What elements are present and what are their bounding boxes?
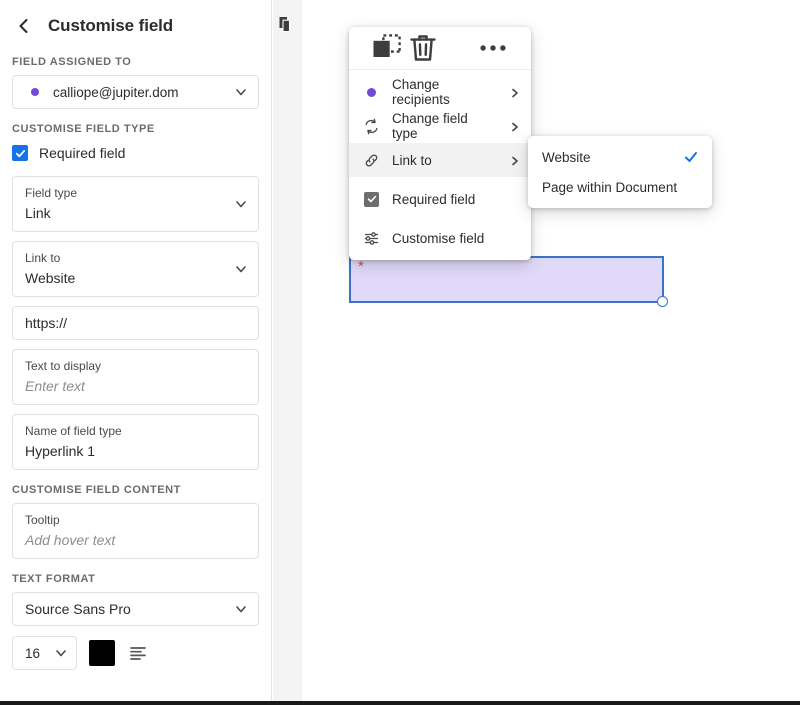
chevron-down-icon xyxy=(234,85,248,99)
submenu-item-label: Website xyxy=(542,149,591,165)
menu-item-label: Change recipients xyxy=(392,77,450,107)
context-menu-toolbar xyxy=(349,27,531,70)
link-to-select[interactable]: Link to Website xyxy=(12,241,259,297)
document-form-field[interactable]: * xyxy=(349,256,668,307)
chevron-right-icon xyxy=(509,154,521,166)
duplicate-pages-icon[interactable] xyxy=(276,14,297,35)
chevron-left-icon[interactable] xyxy=(14,16,34,36)
link-to-label: Link to xyxy=(25,251,61,265)
assigned-recipient-value: calliope@jupiter.dom xyxy=(53,84,179,100)
font-family-value: Source Sans Pro xyxy=(25,601,131,617)
menu-item-label: Customise field xyxy=(392,230,485,246)
link-chain-icon xyxy=(363,152,380,169)
trash-icon[interactable] xyxy=(405,33,441,63)
name-of-field-type-value: Hyperlink 1 xyxy=(25,443,96,459)
customise-field-content-label: CUSTOMISE FIELD CONTENT xyxy=(12,484,181,496)
link-to-submenu: Website Page within Document xyxy=(528,136,712,208)
sidebar-header: Customise field xyxy=(0,0,271,42)
submenu-item-page-within-document[interactable]: Page within Document xyxy=(528,172,712,202)
field-type-value: Link xyxy=(25,205,51,221)
recipient-dot-icon xyxy=(31,88,39,96)
checkbox-checked-icon[interactable] xyxy=(12,145,28,161)
sync-arrows-icon xyxy=(363,118,380,135)
field-context-menu: Change recipients Change field type Link… xyxy=(349,27,531,260)
url-input-value: https:// xyxy=(25,315,68,331)
canvas-gutter xyxy=(273,0,302,701)
required-field-checkbox-row[interactable]: Required field xyxy=(12,142,271,164)
field-type-label: Field type xyxy=(25,186,78,200)
sidebar-panel: Customise field FIELD ASSIGNED TO callio… xyxy=(0,0,272,701)
text-align-left-icon[interactable] xyxy=(127,642,149,664)
menu-item-label: Link to xyxy=(392,152,432,168)
link-to-value: Website xyxy=(25,270,76,286)
resize-handle[interactable] xyxy=(657,296,668,307)
chevron-down-icon xyxy=(234,602,248,616)
recipient-dot-icon xyxy=(363,84,380,101)
more-options-icon[interactable] xyxy=(475,33,511,63)
field-assigned-select[interactable]: calliope@jupiter.dom xyxy=(12,75,259,109)
checkbox-checked-icon xyxy=(363,191,380,208)
required-field-label: Required field xyxy=(39,145,126,161)
sliders-icon xyxy=(363,230,380,247)
chevron-down-icon xyxy=(234,197,248,211)
chevron-down-icon xyxy=(234,262,248,276)
field-type-select[interactable]: Field type Link xyxy=(12,176,259,232)
menu-item-change-recipients[interactable]: Change recipients xyxy=(349,75,531,109)
menu-item-required-field[interactable]: Required field xyxy=(349,182,531,216)
text-format-label: TEXT FORMAT xyxy=(12,573,96,585)
font-size-value: 16 xyxy=(25,645,41,661)
duplicate-icon[interactable] xyxy=(369,33,405,63)
text-color-swatch[interactable] xyxy=(89,640,115,666)
required-marker: * xyxy=(358,258,364,275)
submenu-item-label: Page within Document xyxy=(542,179,678,195)
text-to-display-label: Text to display xyxy=(25,359,102,373)
chevron-right-icon xyxy=(509,86,521,98)
menu-item-customise-field[interactable]: Customise field xyxy=(349,221,531,255)
tooltip-input[interactable]: Tooltip Add hover text xyxy=(12,503,259,559)
menu-item-change-field-type[interactable]: Change field type xyxy=(349,109,531,143)
chevron-right-icon xyxy=(509,120,521,132)
menu-item-link-to[interactable]: Link to xyxy=(349,143,531,177)
name-of-field-type-input[interactable]: Name of field type Hyperlink 1 xyxy=(12,414,259,470)
checkmark-icon xyxy=(684,150,698,164)
tooltip-label: Tooltip xyxy=(25,513,60,527)
tooltip-placeholder: Add hover text xyxy=(25,532,116,548)
chevron-down-icon xyxy=(54,646,68,660)
text-format-controls: 16 xyxy=(12,635,259,671)
menu-item-label: Required field xyxy=(392,191,476,207)
field-assigned-section-label: FIELD ASSIGNED TO xyxy=(12,56,132,68)
text-to-display-placeholder: Enter text xyxy=(25,378,85,394)
text-to-display-input[interactable]: Text to display Enter text xyxy=(12,349,259,405)
url-input[interactable]: https:// xyxy=(12,306,259,340)
font-size-select[interactable]: 16 xyxy=(12,636,77,670)
name-of-field-type-label: Name of field type xyxy=(25,424,122,438)
customise-field-type-label: CUSTOMISE FIELD TYPE xyxy=(12,123,155,135)
page-title: Customise field xyxy=(48,16,174,35)
menu-item-label: Change field type xyxy=(392,111,468,141)
font-family-select[interactable]: Source Sans Pro xyxy=(12,592,259,626)
submenu-item-website[interactable]: Website xyxy=(528,142,712,172)
customise-field-app: Customise field FIELD ASSIGNED TO callio… xyxy=(0,0,800,705)
